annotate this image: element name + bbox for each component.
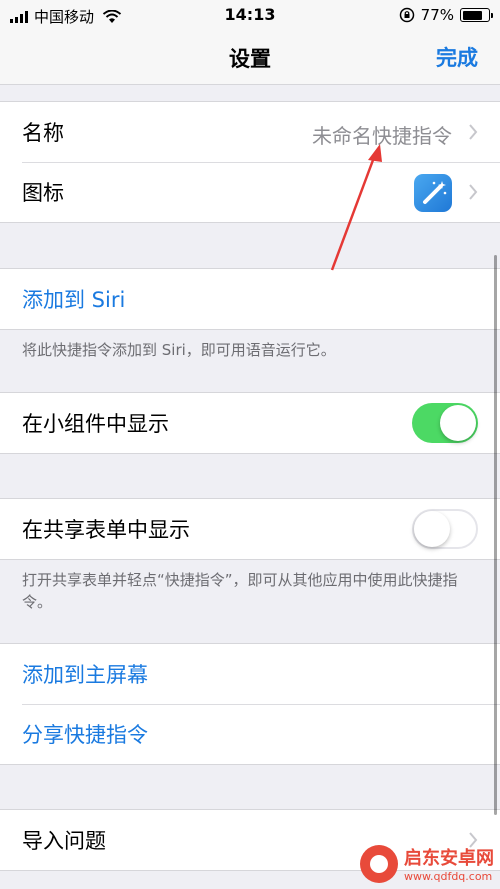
chevron-right-icon bbox=[469, 184, 478, 200]
add-to-home-button[interactable]: 添加到主屏幕 bbox=[22, 659, 148, 689]
toggle-knob bbox=[440, 405, 476, 441]
scrollbar[interactable] bbox=[494, 255, 497, 815]
share-shortcut-row[interactable]: 分享快捷指令 bbox=[0, 704, 500, 764]
watermark-title: 启东安卓网 bbox=[404, 848, 494, 869]
add-home-row[interactable]: 添加到主屏幕 bbox=[0, 644, 500, 704]
page-title: 设置 bbox=[229, 47, 271, 71]
watermark-logo bbox=[360, 844, 398, 883]
add-to-siri-button[interactable]: 添加到 Siri bbox=[22, 284, 125, 314]
watermark-url: www.qdfdq.com bbox=[404, 870, 493, 883]
battery-percent: 77% bbox=[420, 6, 454, 24]
siri-footnote: 将此快捷指令添加到 Siri，即可用语音运行它。 bbox=[22, 341, 336, 359]
widget-label: 在小组件中显示 bbox=[22, 412, 169, 436]
done-button[interactable]: 完成 bbox=[436, 42, 478, 72]
name-value: 未命名快捷指令 bbox=[312, 124, 452, 148]
toggle-knob bbox=[414, 511, 450, 547]
share-sheet-row: 在共享表单中显示 bbox=[0, 499, 500, 559]
share-footnote: 打开共享表单并轻点“快捷指令”，即可从其他应用中使用此快捷指令。 bbox=[22, 571, 458, 611]
section-name-icon: 名称 未命名快捷指令 图标 bbox=[0, 101, 500, 223]
name-row[interactable]: 名称 未命名快捷指令 bbox=[0, 102, 500, 162]
name-label: 名称 bbox=[22, 121, 64, 145]
add-to-siri-row[interactable]: 添加到 Siri bbox=[0, 269, 500, 329]
battery-icon bbox=[460, 8, 493, 22]
share-sheet-toggle[interactable] bbox=[412, 509, 478, 549]
share-shortcut-button[interactable]: 分享快捷指令 bbox=[22, 719, 148, 749]
section-widget: 在小组件中显示 bbox=[0, 392, 500, 454]
status-right: 77% bbox=[399, 6, 493, 24]
rotation-lock-icon bbox=[399, 7, 414, 23]
section-share: 在共享表单中显示 bbox=[0, 498, 500, 560]
chevron-right-icon bbox=[469, 124, 478, 140]
icon-row[interactable]: 图标 bbox=[0, 162, 500, 222]
share-sheet-label: 在共享表单中显示 bbox=[22, 518, 190, 542]
widget-row: 在小组件中显示 bbox=[0, 393, 500, 453]
widget-toggle[interactable] bbox=[412, 403, 478, 443]
import-label: 导入问题 bbox=[22, 829, 106, 853]
status-bar: 中国移动 14:13 77% bbox=[0, 0, 500, 30]
nav-bar: 设置 完成 bbox=[0, 30, 500, 85]
icon-label: 图标 bbox=[22, 181, 64, 205]
section-siri: 添加到 Siri bbox=[0, 268, 500, 330]
section-actions: 添加到主屏幕 分享快捷指令 bbox=[0, 643, 500, 765]
watermark: 启东安卓网 www.qdfdq.com bbox=[360, 844, 494, 883]
magic-wand-icon bbox=[414, 174, 452, 212]
